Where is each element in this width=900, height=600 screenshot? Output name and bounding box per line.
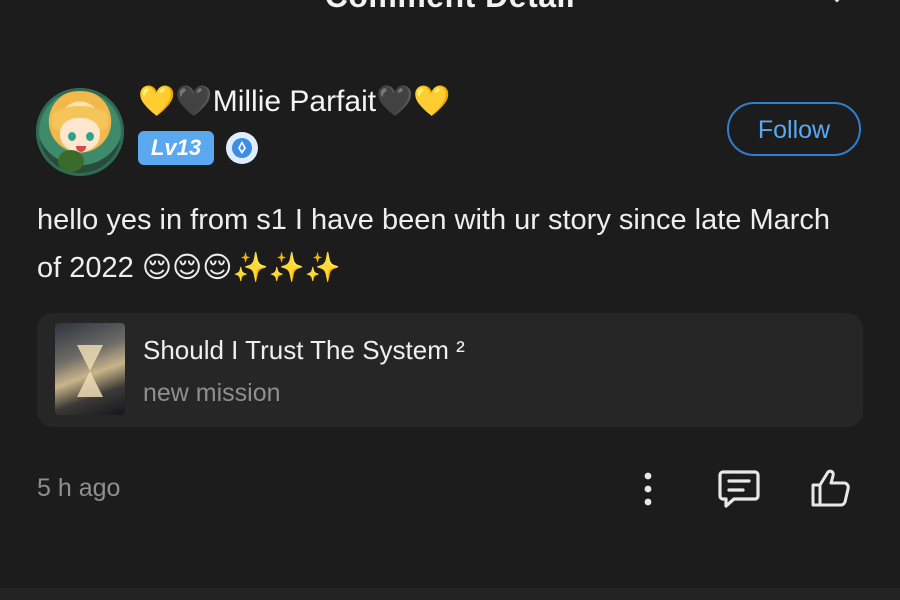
story-cover xyxy=(55,323,125,415)
reply-button[interactable] xyxy=(716,466,762,510)
vip-badge-icon xyxy=(226,132,258,164)
story-card[interactable]: Should I Trust The System ² new mission xyxy=(37,313,863,427)
comment-text: hello yes in from s1 I have been with ur… xyxy=(37,204,831,284)
avatar[interactable] xyxy=(36,88,124,176)
story-subtitle: new mission xyxy=(143,379,281,407)
username[interactable]: 💛🖤Millie Parfait🖤💛 xyxy=(138,84,451,120)
level-badge: Lv13 xyxy=(138,131,214,165)
thumbs-up-icon xyxy=(811,469,850,507)
more-button[interactable] xyxy=(634,470,662,508)
like-button[interactable] xyxy=(808,466,854,510)
story-title: Should I Trust The System ² xyxy=(143,335,465,365)
page-title: Comment Detail xyxy=(0,0,900,15)
close-button[interactable] xyxy=(820,0,854,8)
bottom-divider xyxy=(0,588,900,600)
close-icon xyxy=(834,0,840,3)
more-vertical-icon xyxy=(644,472,652,506)
reply-icon xyxy=(718,470,760,508)
comment-timestamp: 5 h ago xyxy=(37,474,121,502)
follow-button[interactable]: Follow xyxy=(727,102,861,156)
